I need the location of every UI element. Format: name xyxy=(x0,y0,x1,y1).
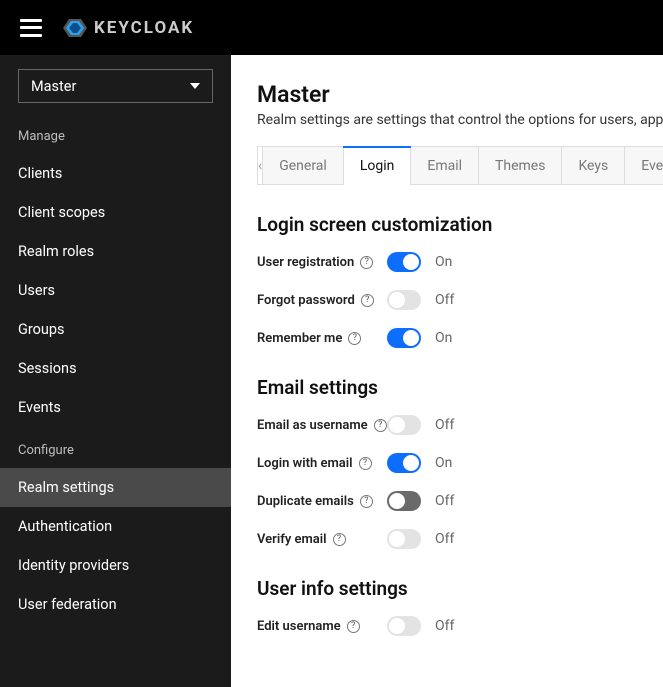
sidebar-item-groups[interactable]: Groups xyxy=(0,310,231,349)
toggle-state: On xyxy=(435,455,452,471)
help-icon[interactable]: ? xyxy=(360,495,373,508)
chevron-down-icon xyxy=(190,83,200,89)
page-title: Master xyxy=(257,81,663,108)
setting-row-email-as-username: Email as username ? Off xyxy=(257,415,663,435)
tab-events[interactable]: Events xyxy=(625,146,663,184)
topbar: KEYCLOAK xyxy=(0,0,663,55)
sidebar-section-label: Configure xyxy=(0,427,231,468)
keycloak-logo-icon xyxy=(62,15,88,41)
section-login-customization: Login screen customization User registra… xyxy=(257,213,663,348)
setting-row-edit-username: Edit username ? Off xyxy=(257,616,663,636)
toggle-email-as-username[interactable] xyxy=(387,415,421,435)
setting-row-verify-email: Verify email ? Off xyxy=(257,529,663,549)
setting-row-forgot-password: Forgot password ? Off xyxy=(257,290,663,310)
tab-keys[interactable]: Keys xyxy=(562,146,625,184)
tab-themes[interactable]: Themes xyxy=(479,146,562,184)
main-content: Master Realm settings are settings that … xyxy=(231,55,663,687)
sidebar-item-clients[interactable]: Clients xyxy=(0,154,231,193)
tab-email[interactable]: Email xyxy=(411,146,479,184)
setting-label: Verify email xyxy=(257,532,327,547)
realm-selector[interactable]: Master xyxy=(18,69,213,103)
chevron-left-icon: ‹ xyxy=(258,158,262,174)
toggle-user-registration[interactable] xyxy=(387,252,421,272)
section-heading: Email settings xyxy=(257,376,663,399)
toggle-state: On xyxy=(435,330,452,346)
sidebar-item-realm-roles[interactable]: Realm roles xyxy=(0,232,231,271)
toggle-verify-email[interactable] xyxy=(387,529,421,549)
toggle-state: On xyxy=(435,254,452,270)
section-user-info-settings: User info settings Edit username ? Off xyxy=(257,577,663,636)
sidebar-item-sessions[interactable]: Sessions xyxy=(0,349,231,388)
setting-row-user-registration: User registration ? On xyxy=(257,252,663,272)
toggle-state: Off xyxy=(435,618,454,634)
tab-general[interactable]: General xyxy=(263,146,344,184)
toggle-remember-me[interactable] xyxy=(387,328,421,348)
nav-toggle-button[interactable] xyxy=(20,19,42,37)
sidebar-item-user-federation[interactable]: User federation xyxy=(0,585,231,624)
toggle-state: Off xyxy=(435,493,454,509)
toggle-forgot-password[interactable] xyxy=(387,290,421,310)
toggle-state: Off xyxy=(435,417,454,433)
page-subtitle: Realm settings are settings that control… xyxy=(257,112,663,128)
sidebar-item-realm-settings[interactable]: Realm settings xyxy=(0,468,231,507)
sidebar-item-client-scopes[interactable]: Client scopes xyxy=(0,193,231,232)
help-icon[interactable]: ? xyxy=(374,419,387,432)
section-heading: User info settings xyxy=(257,577,663,600)
sidebar-item-users[interactable]: Users xyxy=(0,271,231,310)
help-icon[interactable]: ? xyxy=(360,256,373,269)
sidebar-item-identity-providers[interactable]: Identity providers xyxy=(0,546,231,585)
sidebar: Master Manage Clients Client scopes Real… xyxy=(0,55,231,687)
toggle-state: Off xyxy=(435,292,454,308)
help-icon[interactable]: ? xyxy=(333,533,346,546)
setting-label: Duplicate emails xyxy=(257,494,354,509)
setting-label: Edit username xyxy=(257,619,341,634)
sidebar-section-label: Manage xyxy=(0,113,231,154)
setting-row-duplicate-emails: Duplicate emails ? Off xyxy=(257,491,663,511)
realm-selector-value: Master xyxy=(31,78,76,95)
help-icon[interactable]: ? xyxy=(348,332,361,345)
help-icon[interactable]: ? xyxy=(359,457,372,470)
sidebar-item-events[interactable]: Events xyxy=(0,388,231,427)
help-icon[interactable]: ? xyxy=(361,294,374,307)
sidebar-item-authentication[interactable]: Authentication xyxy=(0,507,231,546)
tabstrip: ‹ General Login Email Themes Keys Events xyxy=(257,146,663,185)
toggle-login-with-email[interactable] xyxy=(387,453,421,473)
brand-logo: KEYCLOAK xyxy=(62,15,194,41)
toggle-state: Off xyxy=(435,531,454,547)
tab-login[interactable]: Login xyxy=(344,146,412,184)
setting-row-login-with-email: Login with email ? On xyxy=(257,453,663,473)
setting-label: Forgot password xyxy=(257,293,355,308)
setting-label: User registration xyxy=(257,255,354,270)
setting-row-remember-me: Remember me ? On xyxy=(257,328,663,348)
toggle-edit-username[interactable] xyxy=(387,616,421,636)
section-email-settings: Email settings Email as username ? Off L… xyxy=(257,376,663,549)
setting-label: Email as username xyxy=(257,418,368,433)
setting-label: Remember me xyxy=(257,331,342,346)
toggle-duplicate-emails xyxy=(387,491,421,511)
help-icon[interactable]: ? xyxy=(347,620,360,633)
section-heading: Login screen customization xyxy=(257,213,663,236)
setting-label: Login with email xyxy=(257,456,353,471)
brand-name: KEYCLOAK xyxy=(94,18,194,38)
